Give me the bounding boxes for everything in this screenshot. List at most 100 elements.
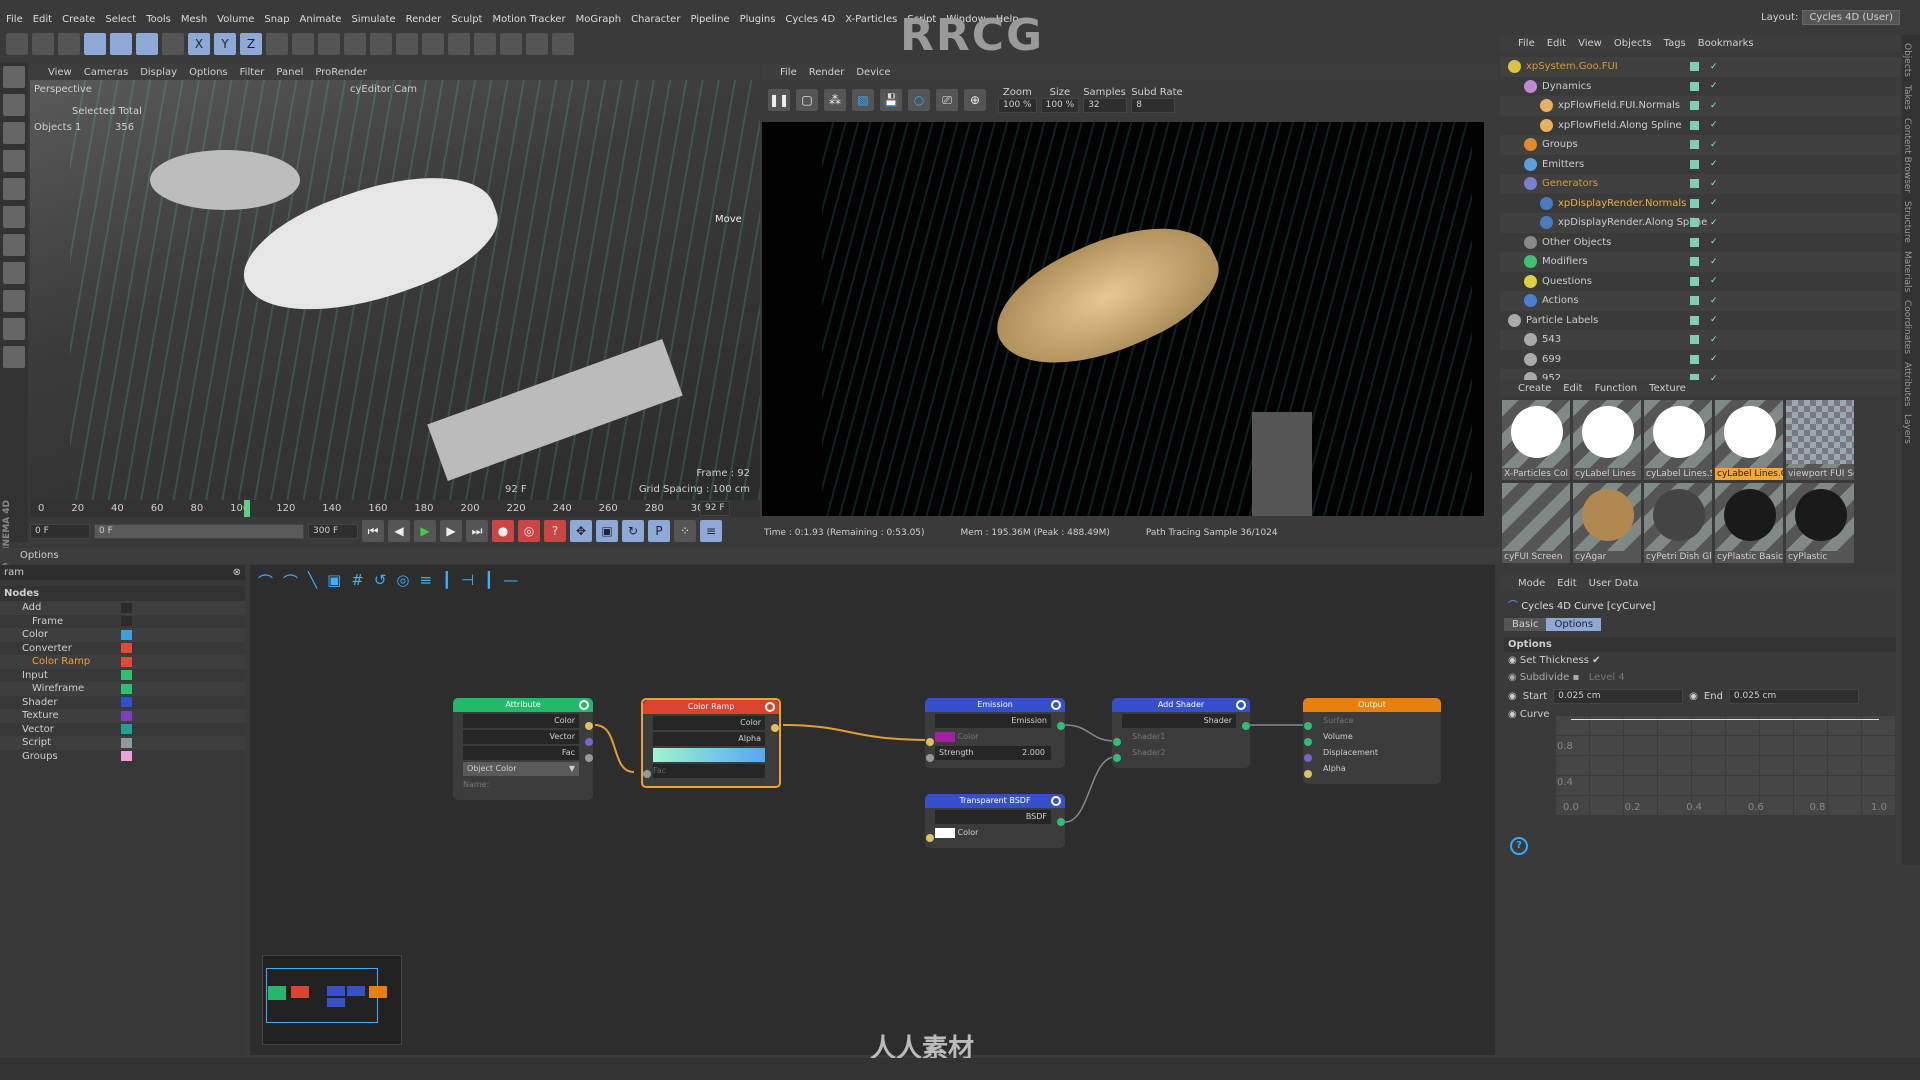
layer-swatch[interactable] — [1690, 81, 1699, 91]
enabled-check-icon[interactable]: ✓ — [1710, 179, 1718, 189]
z-axis-icon[interactable]: Z — [240, 33, 262, 55]
link-colorramp-emission[interactable] — [782, 724, 931, 741]
menu-user-data[interactable]: User Data — [1589, 578, 1639, 589]
node-category[interactable]: Texture — [0, 709, 245, 723]
timeline-icon[interactable]: ≡ — [700, 520, 722, 542]
menu-create[interactable]: Create — [62, 14, 95, 25]
next-key-icon[interactable]: ▶ — [440, 520, 462, 542]
pause-icon[interactable]: ❚❚ — [768, 89, 790, 111]
key-pla-icon[interactable]: ⁘ — [674, 520, 696, 542]
goto-start-icon[interactable]: ⏮ — [362, 520, 384, 542]
model-mode-icon[interactable] — [3, 66, 25, 88]
menu-mesh[interactable]: Mesh — [181, 14, 207, 25]
undo-icon[interactable] — [6, 33, 28, 55]
menu-cycles-4d[interactable]: Cycles 4D — [785, 14, 835, 25]
material-thumbnail[interactable]: cyPlastic Basic — [1715, 483, 1783, 563]
node-emission[interactable]: Emission Emission Color Strength 2.000 — [925, 698, 1065, 768]
enabled-check-icon[interactable]: ✓ — [1710, 218, 1718, 228]
clear-search-icon[interactable]: ⊗ — [233, 567, 241, 578]
polygons-mode-icon[interactable] — [3, 178, 25, 200]
layer-swatch[interactable] — [1690, 257, 1699, 267]
dock-tab-objects[interactable]: Objects — [1902, 43, 1912, 77]
range-slider[interactable]: 0 F — [94, 523, 304, 539]
menu-sculpt[interactable]: Sculpt — [451, 14, 482, 25]
layer-swatch[interactable] — [1690, 140, 1699, 150]
tab-options[interactable]: Options — [1546, 618, 1602, 631]
menu-select[interactable]: Select — [105, 14, 136, 25]
node-color-ramp[interactable]: Color Ramp Color Alpha Fac — [641, 698, 781, 788]
material-thumbnail[interactable]: cyLabel Lines — [1573, 400, 1641, 480]
help-icon[interactable]: ? — [1510, 837, 1528, 855]
socket-color[interactable] — [771, 724, 779, 732]
material-thumbnail[interactable]: X-Particles Col — [1502, 400, 1570, 480]
menu-tools[interactable]: Tools — [146, 14, 171, 25]
layer-swatch[interactable] — [1690, 276, 1699, 286]
menu-mograph[interactable]: MoGraph — [576, 14, 621, 25]
socket-surface[interactable] — [1304, 722, 1312, 730]
menu-objects[interactable]: Objects — [1614, 38, 1652, 49]
node-category[interactable]: Script — [0, 736, 245, 750]
menu-animate[interactable]: Animate — [300, 14, 342, 25]
enabled-check-icon[interactable]: ✓ — [1710, 315, 1718, 325]
region-icon[interactable]: ▢ — [796, 89, 818, 111]
color-input[interactable]: Color — [935, 730, 1051, 744]
color-gradient[interactable] — [653, 748, 765, 762]
enabled-check-icon[interactable]: ✓ — [1710, 81, 1718, 91]
menu-create[interactable]: Create — [1518, 383, 1551, 394]
play-icon[interactable]: ▶ — [414, 520, 436, 542]
snap-icon[interactable] — [3, 234, 25, 256]
node-category[interactable]: Add — [0, 601, 245, 615]
redo-icon[interactable] — [32, 33, 54, 55]
object-row[interactable]: xpFlowField.Along Spline ✓ — [1500, 116, 1900, 136]
object-row[interactable]: xpDisplayRender.Normals ✓ — [1500, 194, 1900, 214]
socket-shader2[interactable] — [1113, 754, 1121, 762]
menu-display[interactable]: Display — [140, 67, 177, 78]
scale-icon[interactable] — [110, 33, 132, 55]
subdivide-checkbox[interactable]: ▪ — [1572, 672, 1579, 683]
dock-tab-structure[interactable]: Structure — [1902, 201, 1912, 243]
material-thumbnail[interactable]: cyLabel Lines.G — [1715, 400, 1783, 480]
node-editor-canvas[interactable]: ⌒ ⌒ ╲ ▣ # ↺ ◎ ≡ ┃ ⊣ ┃ — Attribute Color Vector Fac … — [250, 565, 1495, 1055]
prev-key-icon[interactable]: ◀ — [388, 520, 410, 542]
dock-tab-layers[interactable]: Layers — [1902, 414, 1912, 444]
socket-shader-out[interactable] — [1242, 722, 1250, 730]
material-thumbnail[interactable]: cyAgar — [1573, 483, 1641, 563]
x-axis-icon[interactable]: X — [188, 33, 210, 55]
enabled-check-icon[interactable]: ✓ — [1710, 354, 1718, 364]
color-input[interactable]: Color — [935, 826, 1051, 840]
socket-bsdf[interactable] — [1057, 818, 1065, 826]
save-icon[interactable]: 💾 — [880, 89, 902, 111]
layout-dropdown[interactable]: Cycles 4D (User) — [1802, 10, 1900, 25]
material-thumbnail[interactable]: cyPlastic — [1786, 483, 1854, 563]
preview-toggle[interactable] — [579, 700, 589, 710]
tab-basic[interactable]: Basic — [1504, 618, 1547, 631]
fac-slider[interactable]: Fac — [653, 764, 765, 778]
layer-swatch[interactable] — [1690, 335, 1699, 345]
end-frame-field[interactable]: 300 F — [308, 523, 358, 539]
current-frame-field[interactable]: 92 F — [700, 501, 730, 516]
y-axis-icon[interactable]: Y — [214, 33, 236, 55]
menu-file[interactable]: File — [780, 67, 797, 78]
dock-tab-content-browser[interactable]: Content Browser — [1902, 118, 1912, 193]
object-row[interactable]: Other Objects ✓ — [1500, 233, 1900, 253]
menu-edit[interactable]: Edit — [1557, 578, 1576, 589]
move-icon[interactable] — [84, 33, 106, 55]
menu-render[interactable]: Render — [809, 67, 845, 78]
enabled-check-icon[interactable]: ✓ — [1710, 335, 1718, 345]
object-row[interactable]: Modifiers ✓ — [1500, 252, 1900, 272]
world-coord-icon[interactable] — [266, 33, 288, 55]
subdivision-icon[interactable] — [422, 33, 444, 55]
rotate-icon[interactable] — [136, 33, 158, 55]
menu-bookmarks[interactable]: Bookmarks — [1698, 38, 1754, 49]
menu-mode[interactable]: Mode — [1518, 578, 1545, 589]
color-swatch[interactable] — [935, 827, 955, 838]
points-mode-icon[interactable] — [3, 122, 25, 144]
object-row[interactable]: Questions ✓ — [1500, 272, 1900, 292]
dock-tab-takes[interactable]: Takes — [1902, 85, 1912, 110]
node-search-input[interactable]: ram — [4, 567, 24, 578]
node-category[interactable]: Color Ramp — [0, 655, 245, 669]
material-thumbnail[interactable]: viewport FUI Sc — [1786, 400, 1854, 480]
socket-strength-in[interactable] — [926, 754, 934, 762]
curve-graph[interactable]: 0.8 0.4 0.0 0.2 0.4 0.6 0.8 1.0 — [1555, 715, 1895, 815]
node-output[interactable]: Output Surface Volume Displacement Alpha — [1303, 698, 1441, 784]
